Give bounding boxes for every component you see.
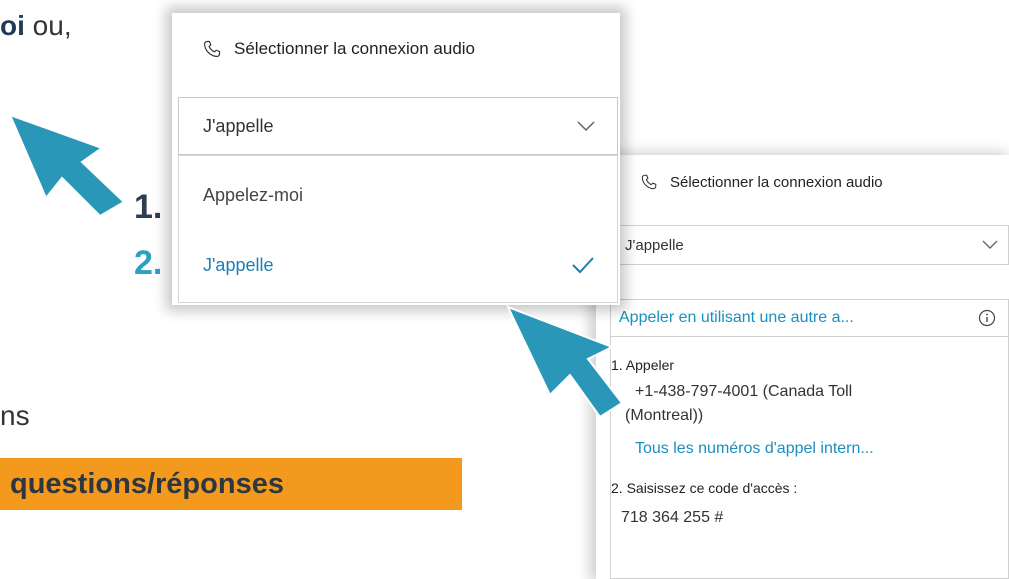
step-number-2: 2.: [134, 244, 163, 282]
audio-mode-dropdown: Appelez-moi J'appelle: [178, 155, 618, 303]
all-numbers-link[interactable]: Tous les numéros d'appel intern...: [635, 440, 874, 458]
chevron-down-icon: [982, 240, 998, 249]
select-value: J'appelle: [625, 236, 684, 254]
step-number-1: 1.: [134, 188, 163, 226]
option-appelez-moi[interactable]: Appelez-moi: [179, 160, 617, 230]
other-call-label: Appeler en utilisant une autre a...: [619, 309, 854, 326]
phone-icon: [641, 174, 657, 190]
arrow-pointer-icon: [8, 113, 126, 218]
panel-header: Sélectionner la connexion audio: [202, 39, 475, 59]
info-icon[interactable]: [978, 309, 996, 327]
audio-mode-select[interactable]: J'appelle: [178, 97, 618, 155]
phone-number-line1: +1-438-797-4001 (Canada Toll: [635, 383, 853, 400]
call-using-other-audio-link[interactable]: Appeler en utilisant une autre a...: [610, 299, 1009, 337]
arrow-pointer-icon: [506, 305, 624, 419]
option-label: J'appelle: [203, 254, 274, 275]
audio-connection-panel-expanded: Sélectionner la connexion audio J'appell…: [596, 155, 1009, 579]
phone-icon: [203, 40, 221, 58]
panel-header: Sélectionner la connexion audio: [640, 173, 883, 191]
option-label: Appelez-moi: [203, 184, 304, 205]
slide-text-mid: ns: [0, 400, 30, 431]
chevron-down-icon: [577, 120, 595, 131]
panel-header-label: Sélectionner la connexion audio: [670, 173, 883, 191]
dial-in-info-box: 1. Appeler +1-438-797-4001 (Canada Toll …: [610, 337, 1009, 579]
option-j-appelle[interactable]: J'appelle: [179, 230, 617, 300]
highlight-banner: questions/réponses: [0, 458, 462, 510]
audio-connection-panel-dropdown: Sélectionner la connexion audio J'appell…: [172, 13, 620, 305]
panel-header-label: Sélectionner la connexion audio: [234, 39, 476, 58]
phone-number-line2: (Montreal)): [625, 407, 704, 424]
step-access-code-label: 2. Saisissez ce code d'accès :: [611, 480, 798, 496]
access-code: 718 364 255 #: [621, 509, 724, 526]
checkmark-icon: [572, 257, 594, 274]
audio-mode-select[interactable]: J'appelle: [610, 225, 1009, 265]
select-value: J'appelle: [203, 115, 274, 136]
slide-text-top: oi ou,: [0, 10, 72, 41]
